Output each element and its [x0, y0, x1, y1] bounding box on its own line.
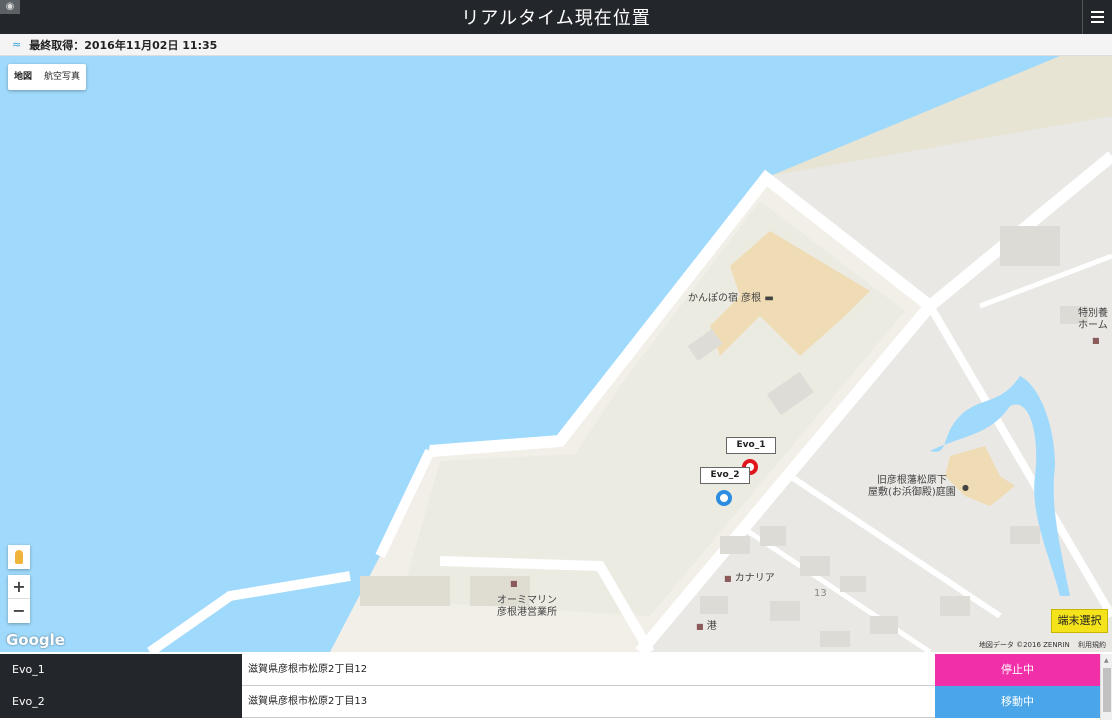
map-type-satellite-button[interactable]: 航空写真 [38, 64, 86, 90]
wifi-icon: ≈ [12, 38, 22, 51]
table-row[interactable]: Evo_2 滋賀県彦根市松原2丁目13 移動中 [0, 686, 1100, 718]
hotel-label: かんぽの宿 彦根 ▬ [688, 293, 774, 304]
marker-label-evo2[interactable]: Evo_2 [700, 467, 750, 484]
zoom-out-button[interactable]: − [8, 599, 30, 623]
eye-icon[interactable]: ◉ [0, 0, 20, 14]
device-table: Evo_1 滋賀県彦根市松原2丁目12 停止中 Evo_2 滋賀県彦根市松原2丁… [0, 654, 1112, 720]
map-canvas [147, 56, 1112, 652]
device-name: Evo_2 [0, 686, 242, 718]
canaria-label: ■ カナリア [724, 573, 775, 584]
block-number-label: 13 [814, 588, 827, 599]
port-label: ■ 港 [696, 621, 717, 632]
garden-icon: ● [962, 483, 969, 492]
poi-icon: ■ [696, 622, 704, 631]
location-pin-evo2-icon[interactable] [716, 490, 732, 506]
garden-label: 旧彦根藩松原下 屋敷(お浜御殿)庭園 [868, 475, 956, 498]
status-badge: 移動中 [935, 686, 1100, 718]
status-badge: 停止中 [935, 654, 1100, 686]
marina-label: オーミマリン 彦根港営業所 [497, 595, 557, 618]
app-header: ◉ リアルタイム現在位置 [0, 0, 1112, 34]
pegman-icon[interactable] [8, 545, 30, 569]
marker-label-evo1[interactable]: Evo_1 [726, 437, 776, 454]
map-data-credit: 地図データ ©2016 ZENRIN [978, 641, 1070, 649]
google-logo: Google [6, 631, 65, 649]
zoom-control: + − [8, 575, 30, 623]
device-address: 滋賀県彦根市松原2丁目13 [248, 696, 368, 707]
map-credits: 地図データ ©2016 ZENRIN 利用規約 [973, 640, 1106, 650]
poi-icon: ■ [1092, 336, 1100, 345]
special-home-label: 特別養 ホーム [1078, 308, 1108, 331]
map-view[interactable]: 地図 航空写真 かんぽの宿 彦根 ▬ 旧彦根藩松原下 屋敷(お浜御殿)庭園 ● … [0, 56, 1112, 652]
hamburger-menu-icon[interactable] [1082, 0, 1112, 34]
select-device-button[interactable]: 端末選択 [1051, 609, 1108, 633]
status-bar: ≈ 最終取得：2016年11月02日 11:35 [0, 34, 1112, 56]
poi-icon: ■ [724, 574, 732, 583]
terms-link[interactable]: 利用規約 [1078, 641, 1106, 649]
zoom-in-button[interactable]: + [8, 575, 30, 599]
poi-icon: ■ [510, 579, 518, 588]
page-title: リアルタイム現在位置 [461, 8, 651, 29]
last-updated-text: 最終取得：2016年11月02日 11:35 [29, 38, 218, 52]
table-row[interactable]: Evo_1 滋賀県彦根市松原2丁目12 停止中 [0, 654, 1100, 686]
hotel-icon: ▬ [764, 293, 774, 304]
map-type-map-button[interactable]: 地図 [8, 64, 38, 90]
device-name: Evo_1 [0, 654, 242, 686]
scroll-up-icon[interactable]: ▲ [1104, 657, 1109, 664]
scrollbar-thumb[interactable] [1103, 668, 1111, 712]
map-type-control: 地図 航空写真 [8, 64, 87, 90]
device-address: 滋賀県彦根市松原2丁目12 [248, 664, 368, 675]
table-scrollbar[interactable]: ▲ [1100, 654, 1112, 720]
